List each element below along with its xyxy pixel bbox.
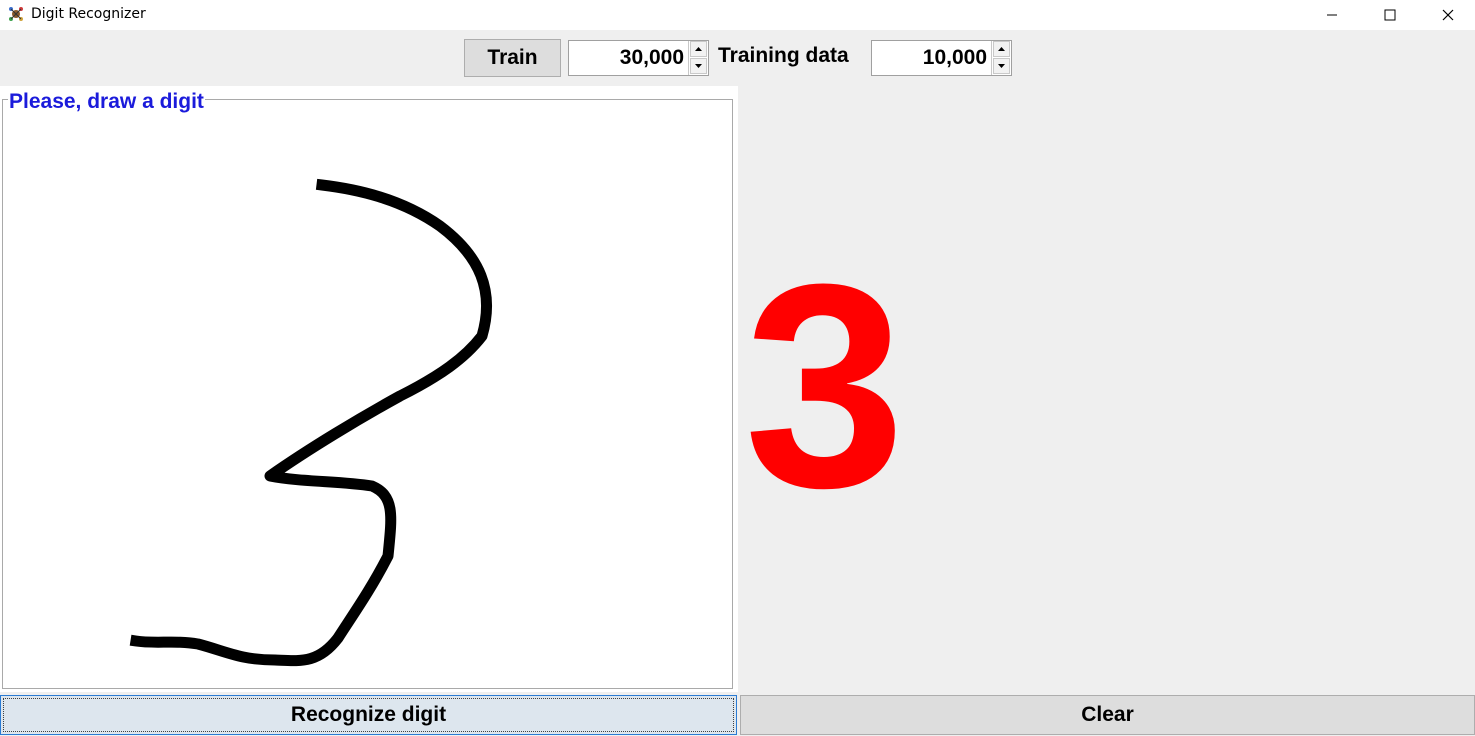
close-icon (1442, 9, 1454, 21)
training-data-label: Training data (718, 44, 849, 67)
iterations-increment-button[interactable] (690, 41, 707, 57)
title-bar: Digit Recognizer (0, 0, 1475, 30)
iterations-value[interactable]: 30,000 (620, 41, 684, 75)
arrow-up-icon (695, 47, 702, 51)
training-data-decrement-button[interactable] (993, 58, 1010, 74)
window-title: Digit Recognizer (31, 6, 146, 22)
arrow-down-icon (998, 64, 1005, 68)
maximize-button[interactable] (1361, 0, 1419, 30)
training-data-spinner-arrows (991, 41, 1011, 75)
maximize-icon (1384, 9, 1396, 21)
arrow-down-icon (695, 64, 702, 68)
recognized-digit: 3 (744, 224, 906, 548)
iterations-decrement-button[interactable] (690, 58, 707, 74)
training-data-spinner[interactable]: 10,000 (871, 40, 1012, 76)
training-data-increment-button[interactable] (993, 41, 1010, 57)
train-button[interactable]: Train (464, 39, 561, 77)
drawing-canvas[interactable]: Please, draw a digit (0, 86, 738, 692)
recognize-digit-button[interactable]: Recognize digit (0, 695, 737, 735)
clear-button[interactable]: Clear (740, 695, 1475, 735)
canvas-title: Please, draw a digit (8, 90, 205, 114)
close-button[interactable] (1419, 0, 1475, 30)
minimize-icon (1327, 14, 1337, 16)
minimize-button[interactable] (1303, 0, 1361, 30)
arrow-up-icon (998, 47, 1005, 51)
training-data-value[interactable]: 10,000 (923, 41, 987, 75)
app-icon (9, 7, 23, 21)
iterations-spinner-arrows (688, 41, 708, 75)
iterations-spinner[interactable]: 30,000 (568, 40, 709, 76)
drawn-stroke (129, 178, 493, 667)
